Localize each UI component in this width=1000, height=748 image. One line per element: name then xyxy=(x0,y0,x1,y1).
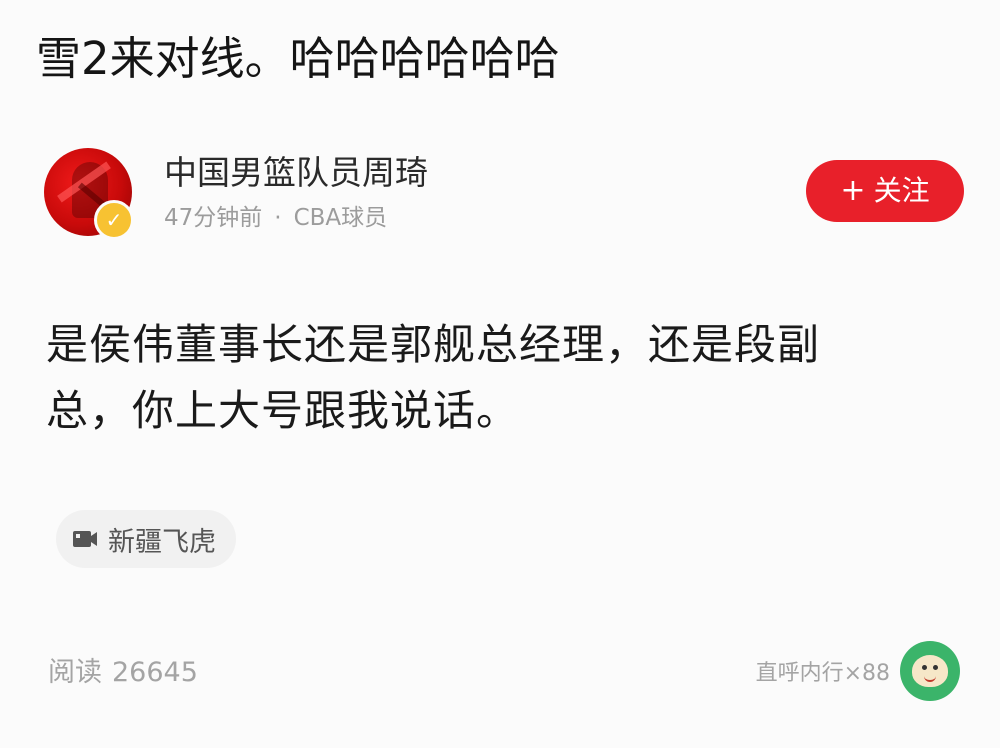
author-row: ✓ 中国男篮队员周琦 47分钟前 · CBA球员 + 关注 xyxy=(44,142,964,242)
author-meta: 47分钟前 · CBA球员 xyxy=(164,198,387,232)
meta-separator: · xyxy=(274,205,282,231)
author-name[interactable]: 中国男篮队员周琦 xyxy=(164,146,428,194)
follow-button[interactable]: + 关注 xyxy=(806,160,964,222)
plus-icon: + xyxy=(840,173,866,208)
post-time: 47分钟前 xyxy=(164,205,263,231)
post-card: 雪2来对线。哈哈哈哈哈哈 ✓ 中国男篮队员周琦 47分钟前 · CBA球员 + 关注 … xyxy=(0,0,1000,748)
quoted-comment: 雪2来对线。哈哈哈哈哈哈 xyxy=(36,32,560,85)
badge-face xyxy=(912,655,948,687)
video-tag-icon xyxy=(72,529,98,549)
author-title: CBA球员 xyxy=(293,205,388,231)
follow-label: 关注 xyxy=(873,174,930,207)
reward-area[interactable]: 直呼内行×88 xyxy=(756,640,960,702)
read-count: 阅读 26645 xyxy=(48,650,198,689)
post-content: 是侯伟董事长还是郭舰总经理，还是段副 总，你上大号跟我说话。 xyxy=(46,312,966,444)
badge-eye xyxy=(933,665,938,670)
topic-tag[interactable]: 新疆飞虎 xyxy=(56,510,236,568)
reward-text: 直呼内行×88 xyxy=(755,661,890,686)
topic-tag-label: 新疆飞虎 xyxy=(108,526,216,558)
post-text-line: 是侯伟董事长还是郭舰总经理，还是段副 xyxy=(46,320,821,369)
reward-badge-icon[interactable] xyxy=(900,641,960,701)
verified-badge-icon: ✓ xyxy=(94,200,134,240)
read-label: 阅读 xyxy=(48,657,102,688)
badge-eye xyxy=(922,665,927,670)
read-number: 26645 xyxy=(112,657,198,688)
post-text-line: 总，你上大号跟我说话。 xyxy=(46,386,520,435)
